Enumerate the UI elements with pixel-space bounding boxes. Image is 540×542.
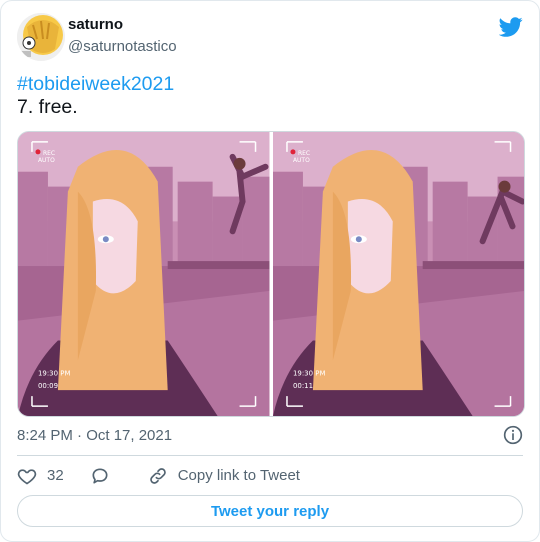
tweet-timestamp[interactable]: 8:24 PM · Oct 17, 2021 [17, 427, 172, 444]
reply-icon [92, 468, 108, 484]
like-button[interactable]: 32 [17, 466, 64, 486]
like-count: 32 [47, 467, 64, 484]
twitter-bird-icon[interactable] [499, 15, 523, 39]
time-label-left: 19:30 PM [38, 369, 71, 377]
link-icon [149, 468, 166, 484]
tweet-media[interactable]: REC AUTO 19:30 PM 00:09 REC AUTO 19:30 P… [17, 131, 525, 417]
hashtag-link[interactable]: #tobideiweek2021 [17, 73, 174, 96]
avatar[interactable] [17, 13, 65, 61]
tweet-body: 7. free. [17, 96, 78, 118]
counter-label-right: 00:11 [292, 382, 312, 390]
avatar-image [17, 13, 65, 61]
tweet-card: saturno @saturnotastico #tobideiweek2021… [0, 0, 540, 542]
copy-link-label: Copy link to Tweet [177, 467, 300, 484]
heart-icon [17, 469, 37, 485]
action-bar: 32 Copy link to Tweet [17, 464, 326, 488]
author-name[interactable]: saturno [68, 16, 123, 33]
divider [17, 455, 523, 456]
rec-label-left: REC [43, 150, 55, 157]
media-image-left[interactable]: REC AUTO 19:30 PM 00:09 [18, 132, 270, 416]
rec-label-right: REC [297, 150, 309, 157]
copy-link-button[interactable]: Copy link to Tweet [148, 466, 300, 486]
info-icon[interactable] [503, 425, 523, 445]
author-handle[interactable]: @saturnotastico [68, 38, 177, 55]
time-label-right: 19:30 PM [292, 369, 325, 377]
media-image-right[interactable]: REC AUTO 19:30 PM 00:11 [272, 132, 524, 416]
auto-label-right: AUTO [292, 157, 309, 164]
tweet-reply-button[interactable]: Tweet your reply [17, 495, 523, 527]
reply-icon-button[interactable] [90, 466, 120, 486]
tweet-text: #tobideiweek2021 7. free. [17, 73, 174, 119]
counter-label-left: 00:09 [38, 382, 58, 390]
auto-label-left: AUTO [38, 157, 55, 164]
